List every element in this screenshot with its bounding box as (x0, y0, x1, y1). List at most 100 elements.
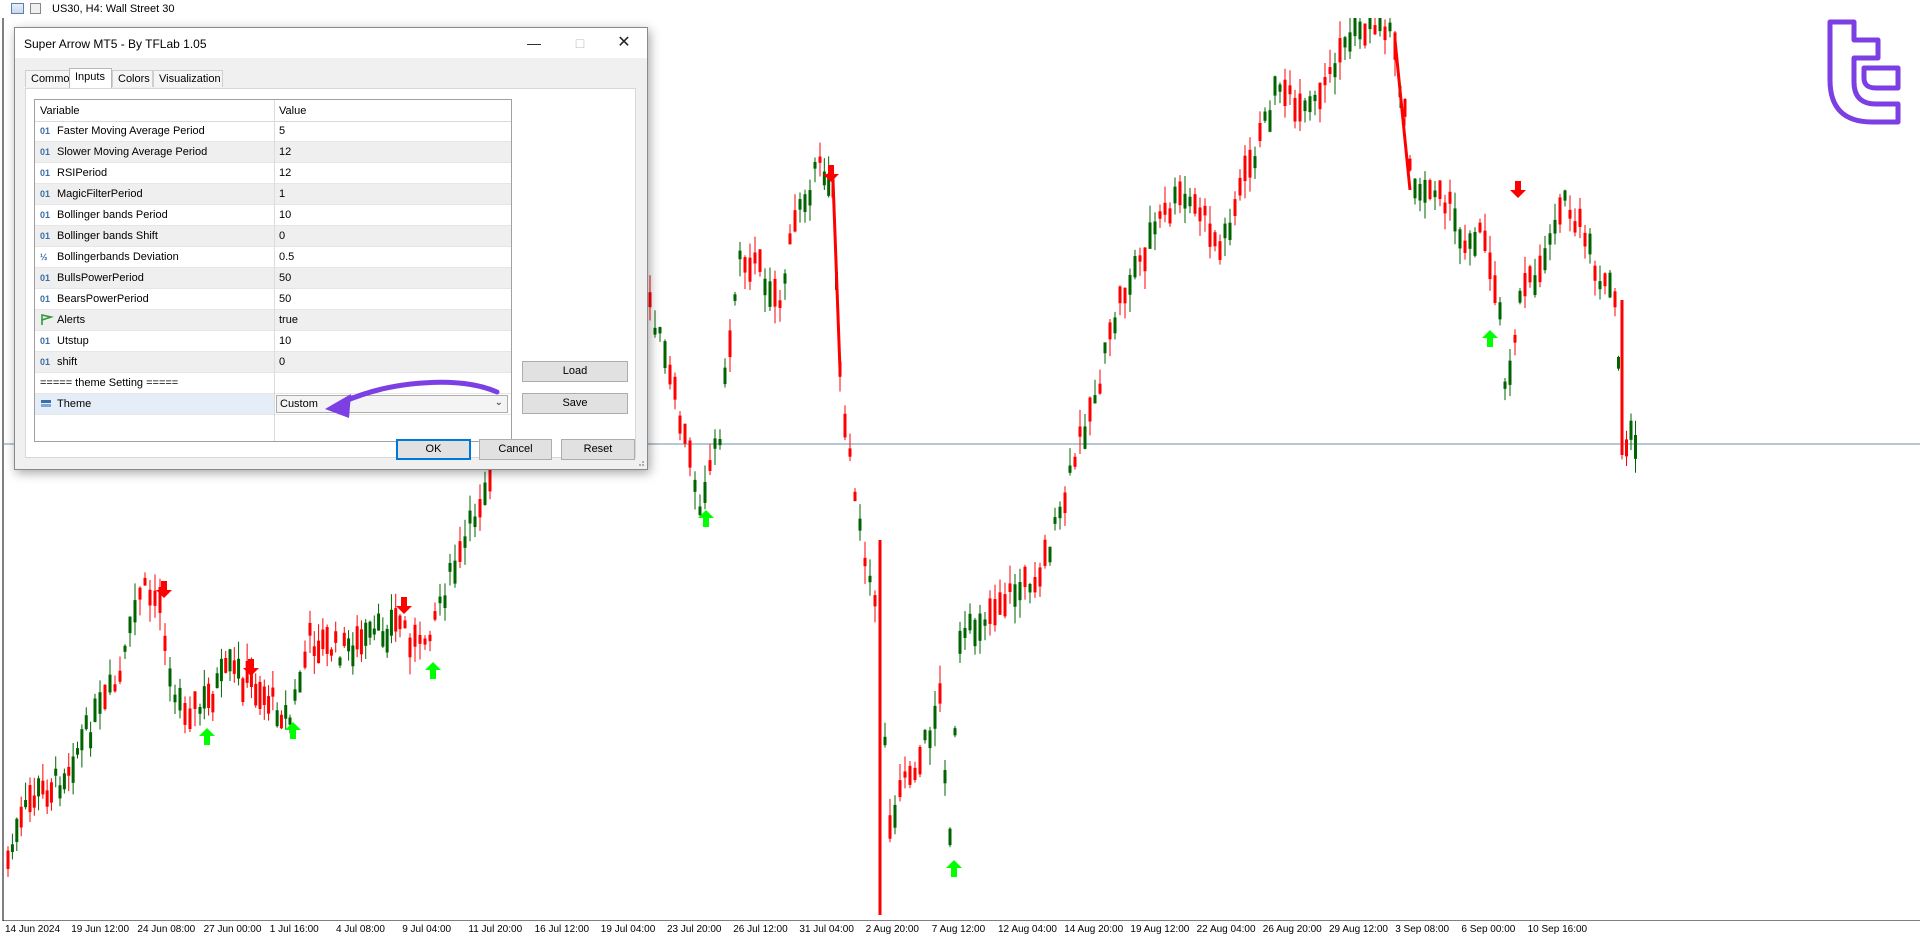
cancel-button[interactable]: Cancel (479, 439, 552, 460)
time-axis-label: 1 Jul 16:00 (269, 924, 319, 935)
time-axis-label: 27 Jun 00:00 (203, 924, 262, 935)
tab-inputs[interactable]: Inputs (69, 68, 112, 88)
input-row[interactable]: 01 shift 0 (35, 352, 511, 373)
time-axis-label: 22 Aug 04:00 (1196, 924, 1256, 935)
time-axis-label: 14 Aug 20:00 (1064, 924, 1124, 935)
variable-value[interactable]: 12 (279, 146, 291, 158)
variable-name: Utstup (57, 335, 89, 347)
ok-button[interactable]: OK (396, 439, 471, 460)
time-axis-label: 3 Sep 08:00 (1395, 924, 1450, 935)
variable-value[interactable]: true (279, 314, 298, 326)
time-axis-label: 2 Aug 20:00 (865, 924, 919, 935)
int-type-icon: 01 (40, 126, 51, 136)
time-axis-label: 19 Jul 04:00 (600, 924, 656, 935)
variable-value[interactable]: 5 (279, 125, 285, 137)
buy-arrow-icon (425, 662, 441, 679)
minimize-icon[interactable]: — (511, 28, 557, 58)
time-axis-label: 29 Aug 12:00 (1329, 924, 1388, 935)
variable-name: Slower Moving Average Period (57, 146, 208, 158)
variable-value[interactable]: 10 (279, 209, 291, 221)
input-row[interactable]: 01 MagicFilterPeriod 1 (35, 184, 511, 205)
variable-name: shift (57, 356, 78, 368)
buy-arrow-icon (1482, 330, 1498, 347)
input-row[interactable]: 01 Faster Moving Average Period 5 (35, 121, 511, 142)
variable-value[interactable]: 12 (279, 167, 291, 179)
variable-value[interactable]: 10 (279, 335, 291, 347)
variable-name: RSIPeriod (57, 167, 108, 179)
grid-header: Variable Value (35, 100, 511, 122)
column-header-value[interactable]: Value (279, 105, 306, 117)
dialog-title: Super Arrow MT5 - By TFLab 1.05 (24, 37, 207, 51)
time-axis-label: 19 Aug 12:00 (1130, 924, 1190, 935)
variable-name: Bollinger bands Period (57, 209, 168, 221)
input-row[interactable]: ½ Bollingerbands Deviation 0.5 (35, 247, 511, 268)
sell-arrow-icon (156, 581, 172, 598)
variable-value[interactable]: 1 (279, 188, 285, 200)
input-row[interactable]: 01 Bollinger bands Period 10 (35, 205, 511, 226)
int-type-icon: 01 (40, 147, 51, 157)
buy-arrow-icon (285, 722, 301, 739)
int-type-icon: 01 (40, 273, 51, 283)
input-row[interactable]: 01 RSIPeriod 12 (35, 163, 511, 184)
input-row[interactable]: Alerts true (35, 310, 511, 331)
time-axis-label: 12 Aug 04:00 (998, 924, 1057, 935)
variable-value[interactable]: 0 (279, 356, 285, 368)
column-header-variable[interactable]: Variable (40, 105, 80, 117)
variable-name: Faster Moving Average Period (57, 125, 205, 137)
enum-icon (41, 400, 51, 407)
theme-value: Custom (280, 398, 318, 410)
buy-arrow-icon (946, 860, 962, 877)
input-row[interactable]: 01 BearsPowerPeriod 50 (35, 289, 511, 310)
input-row[interactable]: 01 Slower Moving Average Period 12 (35, 142, 511, 163)
double-type-icon: ½ (40, 252, 48, 262)
time-axis-label: 31 Jul 04:00 (799, 924, 854, 935)
variable-value[interactable]: 50 (279, 293, 291, 305)
sell-arrow-icon (396, 597, 412, 614)
input-row[interactable]: 01 Bollinger bands Shift 0 (35, 226, 511, 247)
tflab-logo (1827, 19, 1901, 125)
time-axis-label: 11 Jul 20:00 (468, 924, 523, 935)
dialog-title-bar[interactable]: Super Arrow MT5 - By TFLab 1.05 — □ ✕ (15, 28, 647, 58)
indicator-properties-dialog[interactable]: Super Arrow MT5 - By TFLab 1.05 — □ ✕ Co… (14, 27, 648, 470)
variable-name: Bollingerbands Deviation (57, 251, 179, 263)
load-button[interactable]: Load (522, 361, 628, 382)
variable-value[interactable]: 50 (279, 272, 291, 284)
reset-button[interactable]: Reset (561, 439, 635, 460)
time-axis-label: 4 Jul 08:00 (336, 924, 385, 935)
time-axis-label: 19 Jun 12:00 (71, 924, 130, 935)
time-axis-label: 24 Jun 08:00 (137, 924, 196, 935)
theme-label: Theme (57, 398, 92, 410)
save-button[interactable]: Save (522, 393, 628, 414)
sell-arrow-icon (1510, 181, 1526, 198)
int-type-icon: 01 (40, 168, 51, 178)
tab-colors[interactable]: Colors (112, 70, 153, 87)
input-row[interactable]: 01 BullsPowerPeriod 50 (35, 268, 511, 289)
time-axis-label: 14 Jun 2024 (5, 924, 61, 935)
time-axis-label: 26 Jul 12:00 (733, 924, 788, 935)
int-type-icon: 01 (40, 336, 51, 346)
variable-value[interactable]: 0.5 (279, 251, 294, 263)
input-row[interactable]: 01 Utstup 10 (35, 331, 511, 352)
chart-title-bar: US30, H4: Wall Street 30 (0, 0, 1920, 18)
tab-visualization[interactable]: Visualization (153, 70, 223, 87)
variable-name: Alerts (57, 314, 86, 326)
int-type-icon: 01 (40, 210, 51, 220)
time-axis-label: 23 Jul 20:00 (667, 924, 722, 935)
variable-name: Bollinger bands Shift (57, 230, 158, 242)
int-type-icon: 01 (40, 189, 51, 199)
time-axis-label: 6 Sep 00:00 (1461, 924, 1516, 935)
annotation-arrow-icon (325, 379, 500, 418)
tab-common[interactable]: Common (25, 70, 76, 87)
variable-value[interactable]: 0 (279, 230, 285, 242)
time-axis-label: 26 Aug 20:00 (1262, 924, 1322, 935)
chart-window-icon-secondary (30, 3, 41, 14)
resize-grip-icon[interactable] (635, 457, 645, 467)
buy-arrow-icon (199, 728, 215, 745)
variable-name: MagicFilterPeriod (57, 188, 143, 200)
int-type-icon: 01 (40, 357, 51, 367)
int-type-icon: 01 (40, 231, 51, 241)
time-axis: 14 Jun 2024 19 Jun 12:00 24 Jun 08:00 27 Ju… (0, 921, 1920, 941)
variable-name: BearsPowerPeriod (57, 293, 149, 305)
chart-window-icon (11, 3, 24, 14)
close-icon[interactable]: ✕ (601, 28, 647, 58)
